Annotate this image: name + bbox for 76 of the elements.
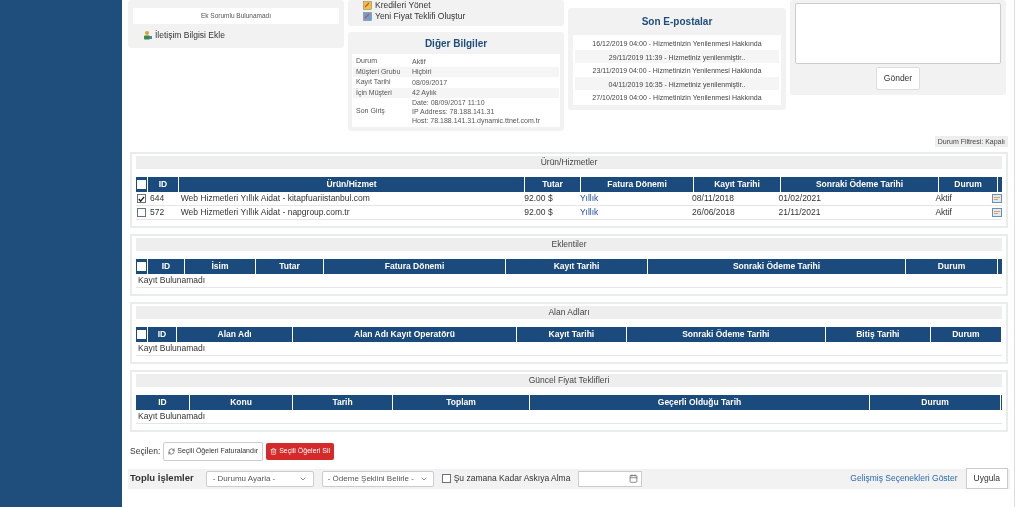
column-header: Fatura Dönemi	[324, 259, 505, 274]
column-header: Ürün/Hizmet	[179, 177, 524, 192]
table-cell: 92.00 $	[524, 193, 553, 204]
column-header: ID	[148, 177, 178, 192]
table-cell: 01/02/2021	[778, 193, 822, 204]
add-contact-link[interactable]: İletişim Bilgisi Ekle	[143, 28, 339, 42]
section-title: Ürün/Hizmetler	[136, 156, 1002, 169]
table-cell: 21/11/2021	[778, 207, 821, 218]
table-cell: Yıllık	[579, 193, 599, 204]
column-header: Konu	[190, 395, 292, 410]
column-header: Sonraki Ödeme Tarihi	[781, 177, 938, 192]
column-header: Tutar	[525, 177, 580, 192]
column-header: Durum	[906, 259, 997, 274]
column-header: Kayıt Tarihi	[517, 327, 626, 342]
people-icon	[143, 30, 153, 41]
column-header: Tarih	[293, 395, 392, 410]
payment-select[interactable]: - Ödeme Şeklini Belirle -	[321, 470, 434, 487]
column-header: Tutar	[256, 259, 323, 274]
empty-message: Kayıt Bulunamadı	[138, 342, 206, 355]
panel-title: Diğer Bilgiler	[423, 37, 489, 51]
table-cell: 644	[149, 193, 165, 204]
advanced-options-link[interactable]: Gelişmiş Seçenekleri Göster	[850, 472, 958, 485]
section-title: Alan Adları	[136, 306, 1002, 319]
table-cell: Yıllık	[579, 207, 599, 218]
column-header: Kayıt Tarihi	[694, 177, 780, 192]
column-header: Alan Adı Kayıt Operatörü	[292, 327, 517, 342]
notes-field[interactable]	[795, 3, 1001, 64]
table-cell: 92.00 $	[524, 207, 553, 218]
checkbox[interactable]	[136, 208, 146, 217]
table-cell: 572	[149, 207, 165, 218]
column-header: ID	[136, 395, 189, 410]
action-link[interactable]: Kredileri Yönet	[363, 0, 549, 11]
section-title: Eklentiler	[136, 238, 1002, 251]
empty-message: Kayıt Bulunamadı	[138, 410, 206, 423]
send-button[interactable]: Gönder	[875, 67, 921, 90]
apply-button[interactable]: Uygula	[965, 468, 1008, 489]
trash-icon	[270, 447, 278, 455]
refresh-icon	[168, 447, 176, 455]
column-header: Durum	[939, 177, 997, 192]
note-icon[interactable]	[992, 208, 1002, 217]
section-title: Güncel Fiyat Teklifleri	[136, 374, 1002, 387]
table-cell: Web Hizmetleri Yıllık Aidat - napgroup.com.tr	[180, 207, 350, 218]
table-cell: Aktif	[935, 193, 952, 204]
header-cell	[998, 177, 1002, 192]
document-icon	[363, 12, 372, 21]
column-header: Sonraki Ödeme Tarihi	[648, 259, 905, 274]
column-header: Alan Adı	[177, 327, 292, 342]
table-cell: 26/06/2018	[692, 207, 735, 218]
suspend-label: Şu zamana Kadar Askıya Alma	[453, 472, 571, 485]
panel-title: Son E-postalar	[640, 15, 714, 29]
column-header: ID	[147, 327, 177, 342]
table-cell: 08/11/2018	[692, 193, 734, 204]
header-cell	[998, 259, 1002, 274]
note-icon[interactable]	[992, 194, 1002, 203]
checkbox[interactable]	[136, 194, 146, 203]
column-header: Sonraki Ödeme Tarihi	[626, 327, 825, 342]
selected-label: Seçilen:	[130, 444, 161, 458]
column-header: Bitiş Tarihi	[825, 327, 930, 342]
column-header: Kayıt Tarihi	[506, 259, 647, 274]
column-header: Durum	[930, 327, 1001, 342]
action-link[interactable]: Yeni Fiyat Teklifi Oluştur	[363, 11, 549, 22]
calendar-icon	[629, 474, 639, 483]
date-field[interactable]	[578, 470, 643, 487]
column-header: Fatura Dönemi	[581, 177, 693, 192]
checkbox[interactable]	[441, 474, 451, 483]
column-header: ID	[148, 259, 184, 274]
column-header: Toplam	[393, 395, 529, 410]
column-header: Durum	[870, 395, 1000, 410]
column-header: Geçerli Olduğu Tarih	[530, 395, 869, 410]
column-header: İsim	[185, 259, 255, 274]
status-select[interactable]: - Durumu Ayarla -	[205, 470, 314, 487]
document-icon	[363, 1, 372, 10]
bulk-actions-label: Toplu İşlemler	[130, 471, 194, 486]
table-cell: Web Hizmetleri Yıllık Aidat - kitapfuariistanbul.com	[180, 193, 370, 204]
table-cell: Aktif	[935, 207, 952, 218]
empty-message: Kayıt Bulunamadı	[138, 274, 206, 287]
